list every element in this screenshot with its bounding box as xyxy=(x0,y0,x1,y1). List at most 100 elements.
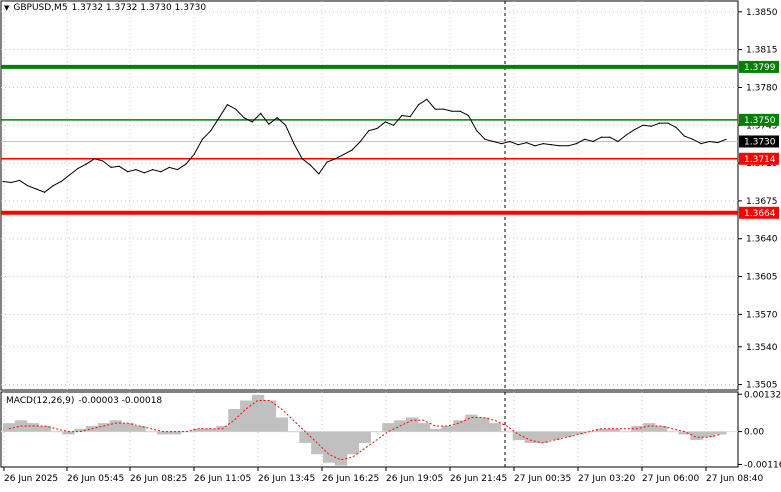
x-tick-label: 27 Jun 08:40 xyxy=(706,474,763,484)
price-point xyxy=(193,153,195,156)
price-point xyxy=(717,141,719,144)
price-point xyxy=(575,143,578,145)
price-point xyxy=(683,135,686,137)
x-tick-label: 26 Jun 13:45 xyxy=(258,474,315,484)
level-label-text: 1.3664 xyxy=(744,209,776,219)
macd-histogram-bar xyxy=(619,431,632,433)
price-point xyxy=(542,143,544,145)
macd-histogram-bar xyxy=(702,431,715,438)
price-point xyxy=(417,104,420,106)
price-point xyxy=(151,168,154,171)
price-point xyxy=(351,149,353,151)
price-point xyxy=(52,185,54,187)
price-point xyxy=(559,145,561,147)
price-point xyxy=(284,124,287,126)
level-label-text: 1.3714 xyxy=(744,155,776,165)
price-point xyxy=(509,140,511,143)
macd-histogram-bar xyxy=(228,408,241,432)
triangle-down-icon[interactable]: ▼ xyxy=(4,4,9,12)
macd-histogram-bar xyxy=(287,431,300,433)
price-point xyxy=(301,158,303,160)
x-tick-label: 27 Jun 00:35 xyxy=(514,474,571,484)
price-point xyxy=(110,166,112,169)
macd-histogram-bar xyxy=(263,400,277,432)
price-point xyxy=(501,143,503,145)
price-point xyxy=(2,180,4,183)
price-point xyxy=(384,121,386,123)
level-price-label: 1.3714 xyxy=(739,152,779,165)
price-point xyxy=(102,160,104,162)
macd-histogram-bar xyxy=(334,431,348,466)
price-point xyxy=(359,140,361,143)
price-point xyxy=(675,126,677,129)
price-point xyxy=(434,108,436,110)
macd-histogram-bar xyxy=(275,417,288,432)
price-point xyxy=(658,122,661,124)
price-point xyxy=(600,136,602,138)
y-tick-label: 1.3605 xyxy=(746,273,778,283)
current-price-text: 1.3730 xyxy=(744,137,776,147)
price-point xyxy=(235,108,237,110)
price-point xyxy=(276,117,278,119)
macd-histogram-bar xyxy=(488,423,502,432)
x-tick-label: 26 Jun 19:05 xyxy=(386,474,443,484)
price-point xyxy=(451,110,453,112)
price-point xyxy=(617,140,619,143)
price-point xyxy=(35,188,37,190)
macd-histogram-bar xyxy=(358,431,371,443)
price-point xyxy=(525,141,528,144)
chart-canvas[interactable]: 1.38501.38151.37801.37451.37101.36751.36… xyxy=(0,0,781,489)
macd-histogram-bar xyxy=(690,431,703,441)
price-point xyxy=(27,185,29,187)
macd-histogram-bar xyxy=(714,431,727,435)
chart-header: ▼ GBPUSD,M5 1.3732 1.3732 1.3730 1.3730 xyxy=(4,3,206,13)
macd-histogram-bar xyxy=(405,417,419,432)
price-point xyxy=(268,123,270,125)
macd-histogram-bar xyxy=(678,431,691,435)
macd-histogram-bar xyxy=(477,417,490,432)
macd-header: MACD(12,26,9) -0.00003 -0.00018 xyxy=(6,396,162,406)
price-point xyxy=(135,168,137,171)
price-point xyxy=(426,98,428,100)
macd-y-tick-label: 0.00 xyxy=(744,428,764,438)
level-price-label: 1.3750 xyxy=(739,113,779,126)
price-point xyxy=(592,140,594,143)
x-tick-label: 27 Jun 03:20 xyxy=(578,474,635,484)
price-point xyxy=(326,161,328,163)
macd-histogram-bar xyxy=(251,394,265,432)
macd-histogram-bar xyxy=(382,423,395,432)
macd-histogram-bar xyxy=(666,431,680,433)
macd-histogram-bar xyxy=(26,423,40,432)
macd-values: -0.00003 -0.00018 xyxy=(78,396,163,406)
price-point xyxy=(609,136,611,138)
price-point xyxy=(251,121,253,123)
x-tick-label: 26 Jun 21:45 xyxy=(450,474,507,484)
price-point xyxy=(43,191,46,193)
price-point xyxy=(567,145,569,147)
macd-histogram-bar xyxy=(370,431,383,433)
symbol-timeframe: GBPUSD,M5 xyxy=(13,3,68,13)
price-point xyxy=(127,171,129,173)
current-price-label: 1.3730 xyxy=(739,135,779,148)
price-point xyxy=(68,174,71,176)
y-tick-label: 1.3780 xyxy=(746,83,778,93)
price-point xyxy=(85,163,87,165)
macd-histogram-bar xyxy=(417,423,431,432)
price-point xyxy=(550,144,553,146)
price-point xyxy=(243,117,245,119)
macd-histogram-bar xyxy=(299,431,312,443)
trading-chart-window[interactable]: 1.38501.38151.37801.37451.37101.36751.36… xyxy=(0,0,781,489)
macd-histogram-bar xyxy=(512,431,526,441)
price-point xyxy=(625,134,627,136)
price-point xyxy=(484,138,486,140)
y-tick-label: 1.3675 xyxy=(746,197,778,207)
macd-label: MACD(12,26,9) xyxy=(6,396,75,406)
price-point xyxy=(185,163,187,165)
level-price-label: 1.3799 xyxy=(739,60,779,73)
price-point xyxy=(392,124,395,126)
price-point xyxy=(77,167,79,170)
price-point xyxy=(260,112,262,114)
macd-histogram-bar xyxy=(429,428,443,432)
macd-histogram-bar xyxy=(536,431,549,443)
macd-histogram-bar xyxy=(453,420,466,432)
